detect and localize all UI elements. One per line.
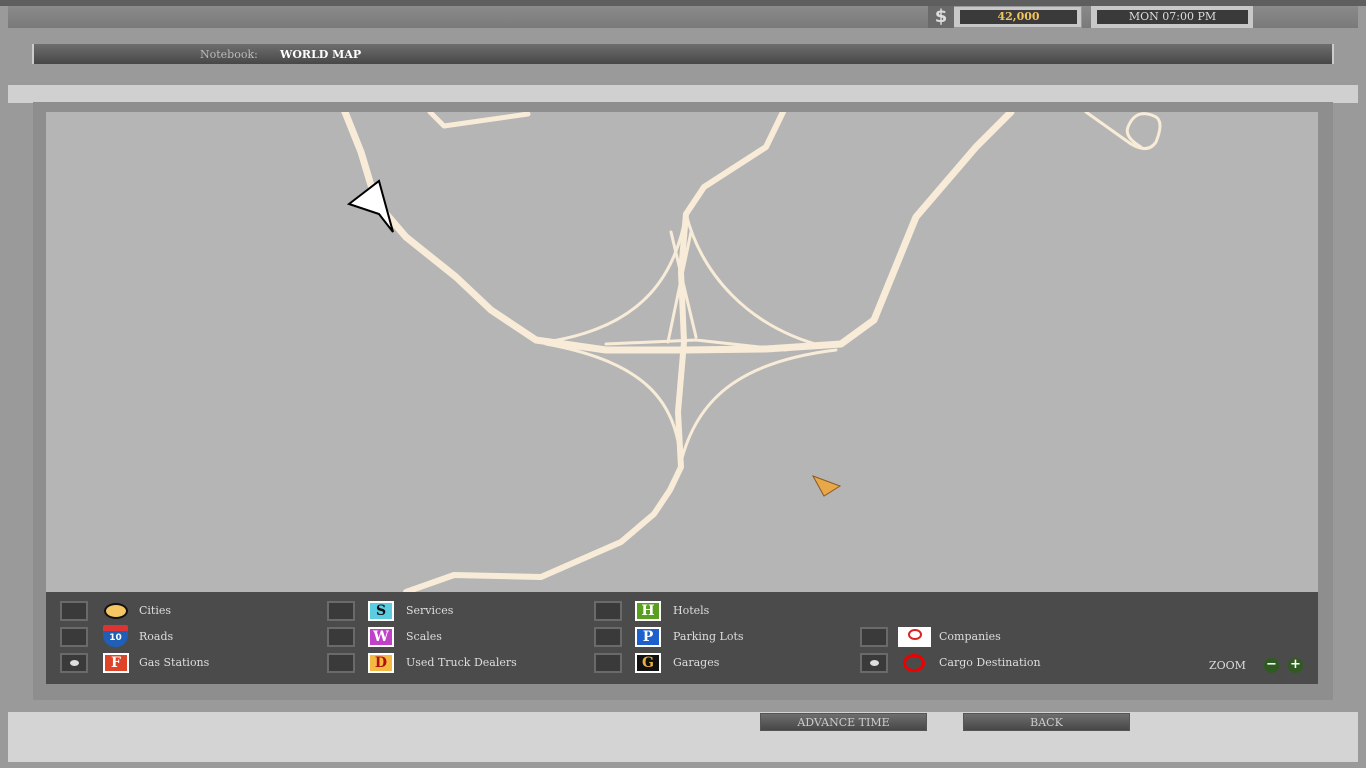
game-time: MON 07:00 PM	[1097, 10, 1248, 24]
interstate-shield-icon: 10	[103, 625, 128, 647]
city-icon	[104, 603, 128, 619]
legend-label: Scales	[406, 630, 442, 643]
road	[544, 212, 688, 344]
parking-lots-checkbox[interactable]	[594, 627, 622, 647]
cash-value: 42,000	[960, 10, 1077, 24]
legend-label: Parking Lots	[673, 630, 744, 643]
legend-label: Cities	[139, 604, 172, 617]
companies-checkbox[interactable]	[860, 627, 888, 647]
legend-label: Gas Stations	[139, 656, 210, 669]
notebook-label: Notebook:	[200, 48, 258, 61]
cities-checkbox[interactable]	[60, 601, 88, 621]
bottom-panel	[8, 712, 1358, 762]
gas-stations-checkbox[interactable]	[60, 653, 88, 673]
legend-label: Services	[406, 604, 454, 617]
company-logo-icon	[898, 627, 931, 647]
hotels-checkbox[interactable]	[594, 601, 622, 621]
map-cursor-icon	[811, 475, 842, 497]
zoom-in-button[interactable]: +	[1288, 658, 1303, 673]
road	[1084, 112, 1162, 150]
services-checkbox[interactable]	[327, 601, 355, 621]
road	[684, 212, 828, 349]
road	[341, 112, 1015, 354]
legend-label: Cargo Destination	[939, 656, 1041, 669]
road	[666, 230, 693, 344]
road	[679, 348, 838, 464]
road-network	[341, 112, 1162, 592]
parking-icon: P	[635, 627, 661, 647]
player-truck-arrow-icon	[346, 179, 394, 233]
scales-icon: W	[368, 627, 394, 647]
garage-icon: G	[635, 653, 661, 673]
used-truck-dealers-checkbox[interactable]	[327, 653, 355, 673]
legend-label: Roads	[139, 630, 174, 643]
divider-band	[8, 85, 1358, 103]
cargo-destination-icon	[903, 654, 925, 672]
notebook-title: WORLD MAP	[280, 48, 362, 61]
legend-label: Used Truck Dealers	[406, 656, 517, 669]
advance-time-button[interactable]: ADVANCE TIME	[760, 713, 927, 731]
roads-checkbox[interactable]	[60, 627, 88, 647]
used-truck-dealers-icon: D	[368, 653, 394, 673]
world-map[interactable]	[46, 112, 1318, 592]
dollar-icon: $	[928, 6, 954, 28]
gas-station-icon: F	[103, 653, 129, 673]
map-legend: Cities 10 Roads F Gas Stations S Service…	[46, 592, 1318, 684]
hotel-icon: H	[635, 601, 661, 621]
cargo-destination-checkbox[interactable]	[860, 653, 888, 673]
road	[427, 112, 531, 129]
legend-label: Garages	[673, 656, 720, 669]
legend-label: Companies	[939, 630, 1001, 643]
services-icon: S	[368, 601, 394, 621]
garages-checkbox[interactable]	[594, 653, 622, 673]
scales-checkbox[interactable]	[327, 627, 355, 647]
road	[544, 342, 683, 464]
legend-label: Hotels	[673, 604, 710, 617]
back-button[interactable]: BACK	[963, 713, 1130, 731]
zoom-label: ZOOM	[1209, 659, 1246, 672]
zoom-out-button[interactable]: −	[1264, 658, 1279, 673]
